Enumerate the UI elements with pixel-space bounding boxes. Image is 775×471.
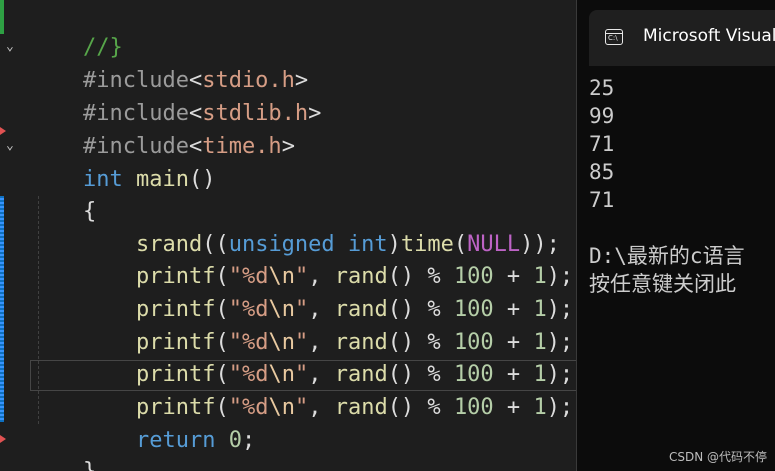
punct: > [281,134,295,159]
punct: () [188,167,216,192]
punct: , [308,395,335,420]
code-line[interactable]: { [30,164,96,224]
code-line[interactable]: printf("%d\n", rand() % 100 + 1); [30,295,573,355]
code-line[interactable]: srand((unsigned int)time(NULL)); [30,197,560,257]
watermark: CSDN @代码不停 [668,450,767,464]
change-bar-added [0,0,4,34]
code-line[interactable]: #include<stdio.h> [30,33,308,93]
function-name: main [135,167,189,192]
fold-toggle-icon[interactable]: ⌄ [6,139,14,153]
number-literal: 100 [453,395,494,420]
code-editor[interactable]: ⌄ ⌄ //} #include<stdio.h> #include<stdli… [0,0,580,471]
operator: % [414,395,454,420]
console-tab[interactable]: C:\ Microsoft Visual [589,10,775,66]
code-line[interactable]: return 0; [30,393,255,453]
console-exit-path: D:\最新的c语言 [589,244,745,268]
punct: ; [241,428,256,453]
punct: () [387,395,415,420]
number-literal: 0 [228,428,242,453]
console-title: Microsoft Visual [643,26,775,46]
code-line[interactable]: } [30,424,96,471]
console-output-line: 71 [589,188,615,212]
change-bar-modified [0,196,4,422]
console-output-line: 85 [589,160,615,184]
console-app-icon: C:\ [605,29,623,45]
code-line[interactable]: printf("%d\n", rand() % 100 + 1); [30,262,573,322]
breakpoint-marker-icon [0,127,6,135]
fold-toggle-icon[interactable]: ⌄ [6,40,14,54]
code-line[interactable]: //} [30,0,123,60]
keyword: return [135,428,216,453]
function-call: rand [334,395,388,420]
punct: > [308,101,322,126]
code-line[interactable]: #include<stdlib.h> [30,66,321,126]
punct: ); [546,395,574,420]
console-output-line: 25 [589,76,615,100]
string-literal: " [294,395,309,420]
console-output-line: 71 [589,132,615,156]
console-press-key-prompt: 按任意键关闭此 [589,272,736,296]
code-line[interactable]: printf("%d\n", rand() % 100 + 1); [30,229,573,289]
code-line[interactable]: printf("%d\n", rand() % 100 + 1); [30,327,573,387]
code-line-current[interactable]: printf("%d\n", rand() % 100 + 1); [30,360,573,420]
console-output-line: 99 [589,104,615,128]
editor-gutter: ⌄ ⌄ [0,0,28,471]
number-literal: 1 [533,395,547,420]
brace-close: } [83,459,96,471]
console-window[interactable]: C:\ Microsoft Visual 25 99 71 85 71 D:\最… [576,0,775,471]
escape-sequence: \n [268,395,295,420]
operator: + [493,395,534,420]
code-line[interactable]: #include<time.h> [30,99,295,159]
breakpoint-marker-icon [0,435,6,443]
code-line[interactable]: int main() [30,132,215,192]
console-icon-glyph: C:\ [608,34,618,42]
